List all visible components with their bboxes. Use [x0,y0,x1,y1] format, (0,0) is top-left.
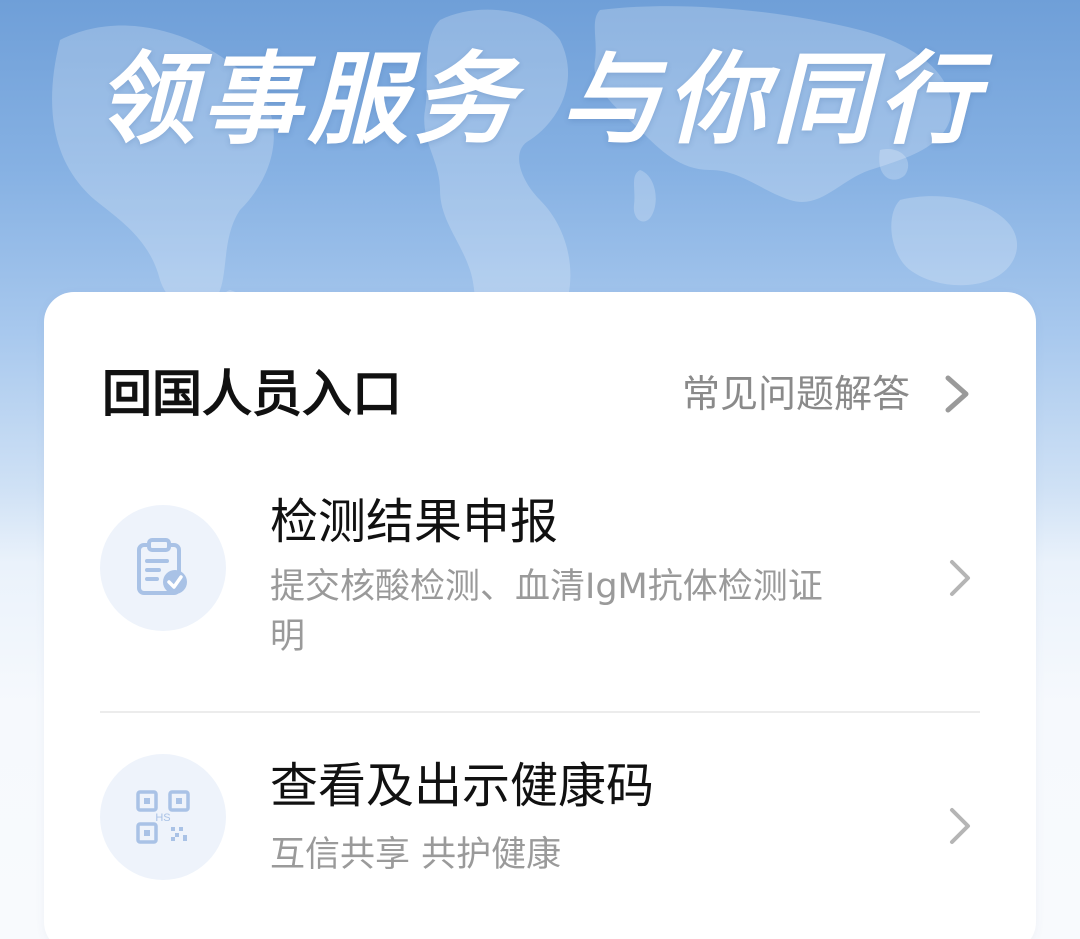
card-title: 回国人员入口 [102,365,402,423]
banner-title: 领事服务 与你同行 [95,41,985,158]
item-title: 检测结果申报 [270,494,559,550]
health-code-item[interactable]: HS 查看及出示健康码 互信共享 共护健康 [100,754,980,894]
chevron-right-icon [945,375,969,413]
card-header: 回国人员入口 常见问题解答 [102,364,978,424]
test-result-report-item[interactable]: 检测结果申报 提交核酸检测、血清IgM抗体检测证明 [100,492,980,672]
chevron-right-icon [950,560,970,596]
qr-code-icon: HS [100,754,226,880]
svg-text:HS: HS [155,812,170,824]
item-description: 互信共享 共护健康 [270,835,562,875]
item-description: 提交核酸检测、血清IgM抗体检测证明 [270,567,823,657]
faq-label: 常见问题解答 [681,372,910,416]
returnee-entry-card: 回国人员入口 常见问题解答 检测结果申报 提交核酸检测、血清IgM抗体检测证明 … [44,292,1036,939]
chevron-right-icon [950,808,970,844]
faq-link[interactable]: 常见问题解答 [682,364,978,424]
item-title: 查看及出示健康码 [270,758,655,814]
clipboard-check-icon [100,505,226,631]
consular-service-page: 领事服务 与你同行 回国人员入口 常见问题解答 检测结果申报 提交核酸检测、血清… [0,0,1080,939]
divider [100,711,980,713]
